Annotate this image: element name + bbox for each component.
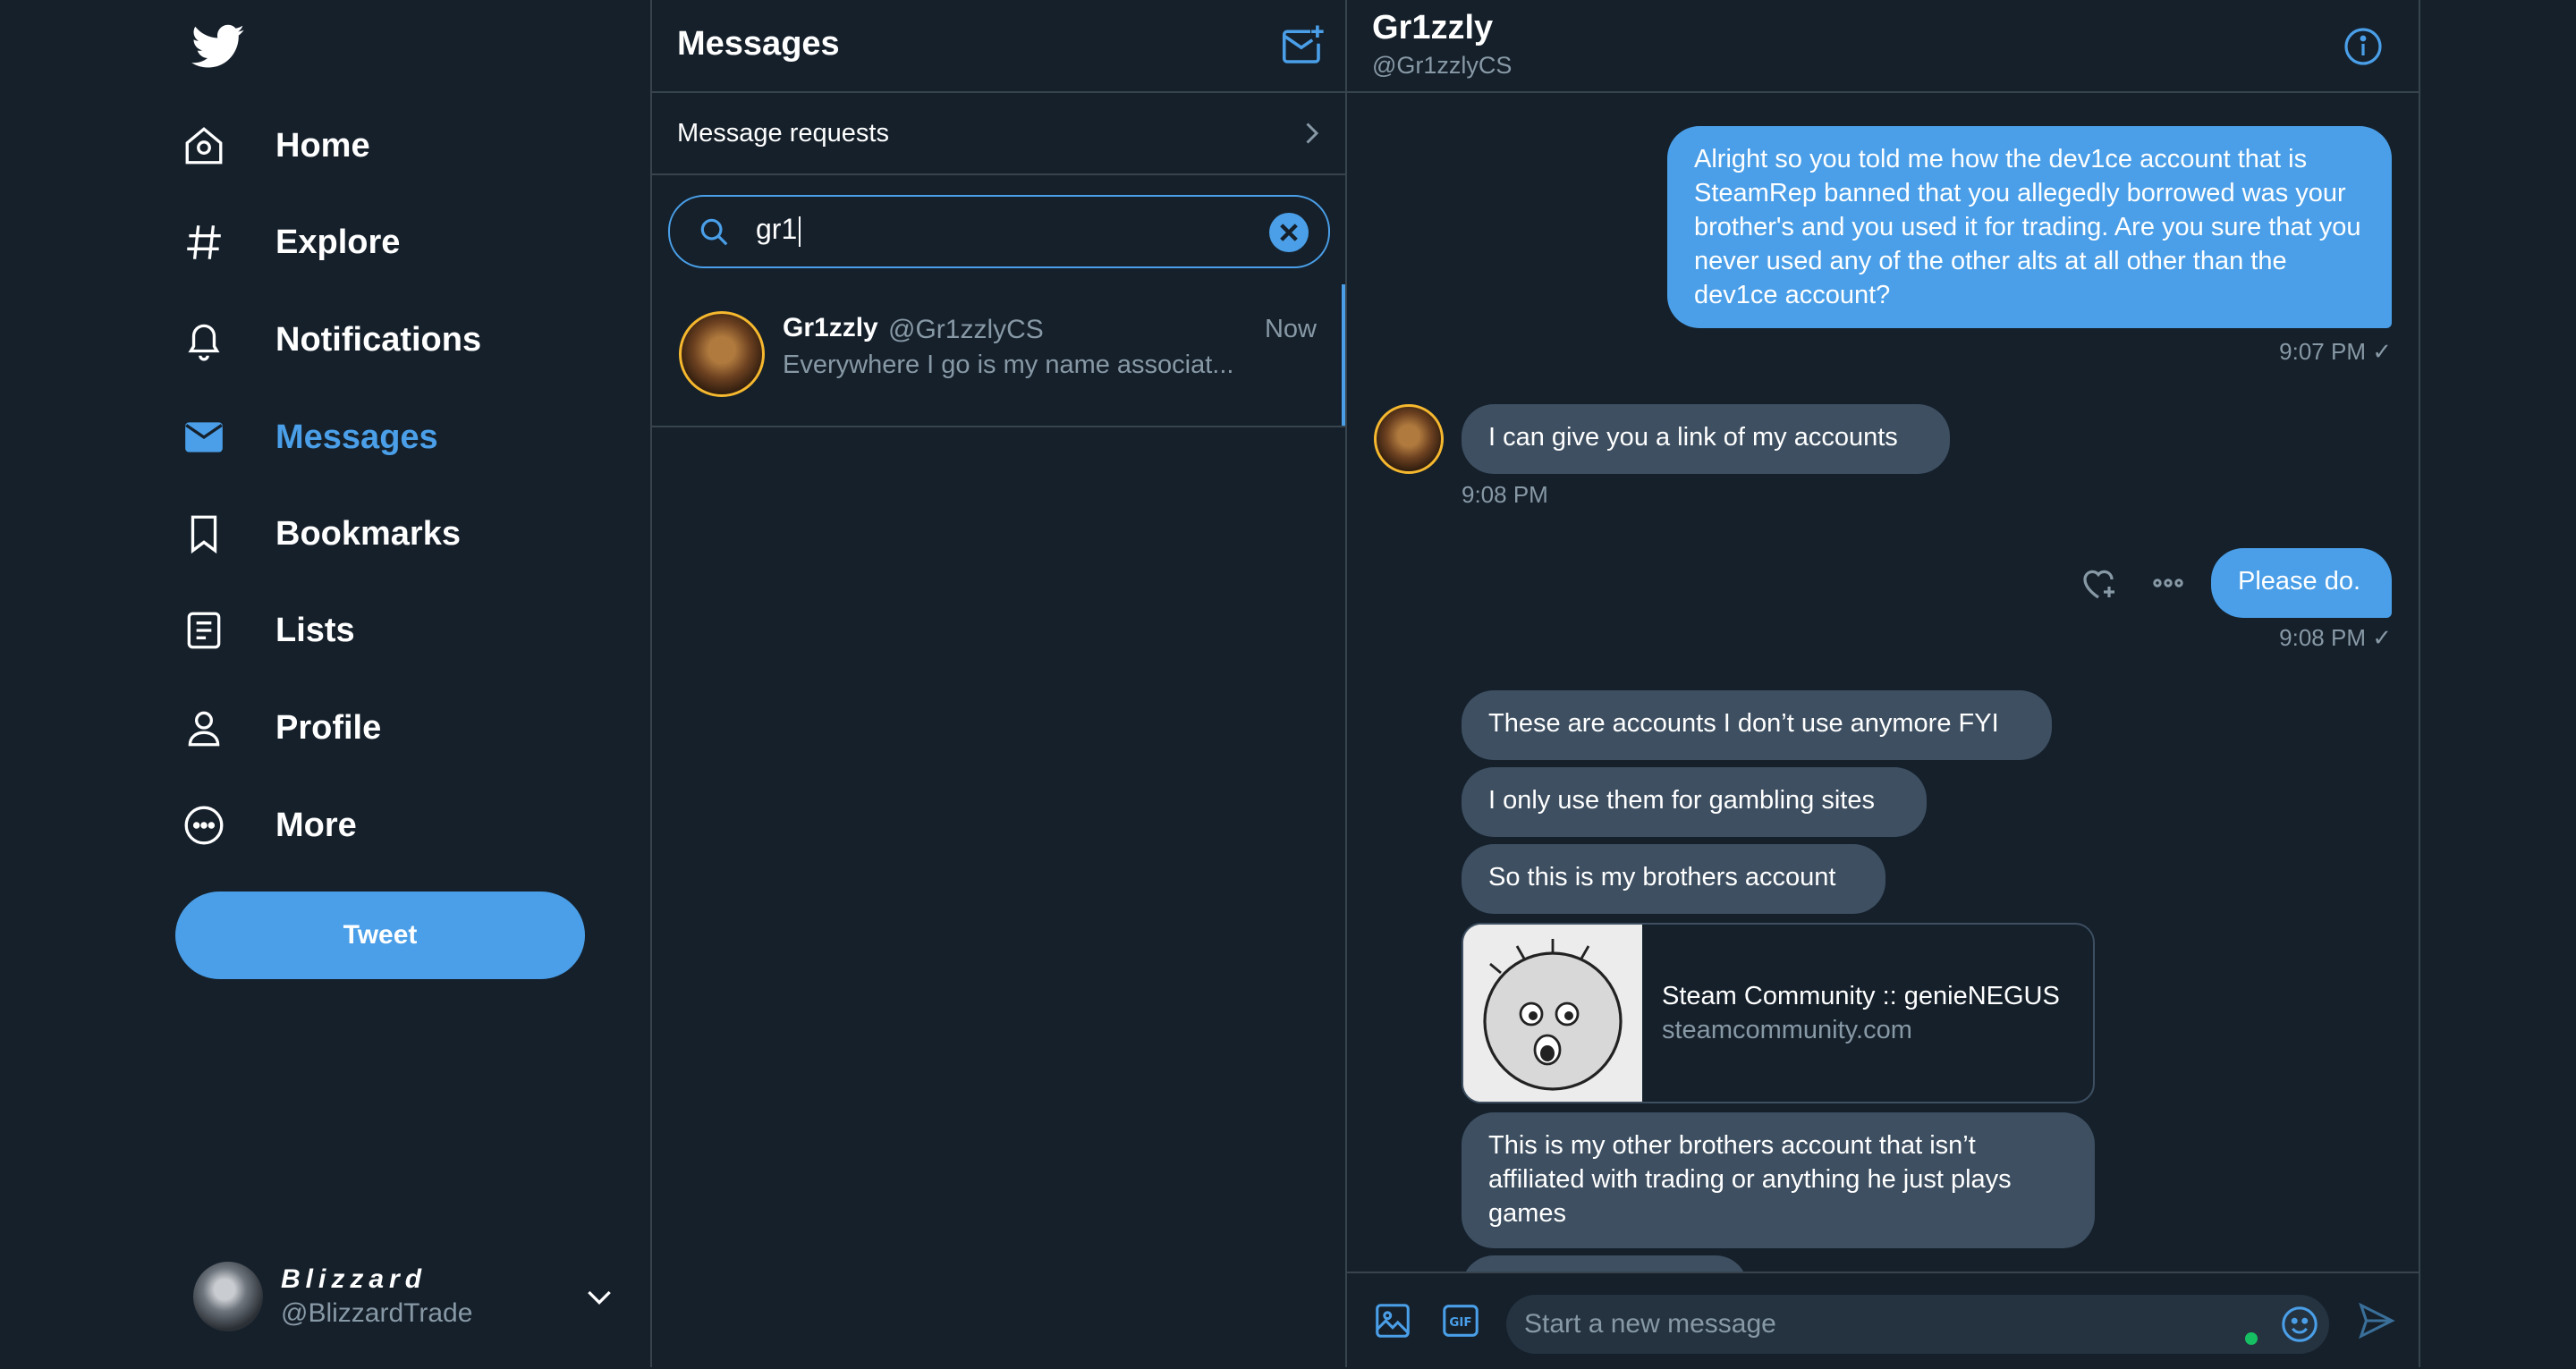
avatar [1374, 404, 1444, 474]
nav-notifications-label: Notifications [275, 320, 482, 359]
divider [652, 426, 1345, 427]
nav-bookmarks-label: Bookmarks [275, 514, 461, 553]
svg-text:GIF: GIF [1449, 1316, 1471, 1330]
message-composer: GIF Start a new message [1347, 1272, 2419, 1369]
nav-home-label: Home [275, 126, 370, 165]
message-input[interactable]: Start a new message [1506, 1295, 2329, 1354]
text-caret [799, 215, 801, 247]
chat-title: Gr1zzly [1372, 9, 1494, 46]
chat-handle: @Gr1zzlyCS [1372, 52, 1513, 79]
person-icon [179, 703, 229, 753]
bell-icon [179, 315, 229, 365]
nav-more[interactable]: More [179, 782, 357, 868]
heart-plus-icon[interactable] [2077, 562, 2120, 604]
clear-search-icon[interactable] [1269, 213, 1309, 252]
conversation-time: Now [1264, 315, 1317, 343]
gif-icon[interactable]: GIF [1440, 1300, 1481, 1341]
account-switcher[interactable]: Blizzard @BlizzardTrade [193, 1259, 623, 1334]
account-handle: @BlizzardTrade [281, 1298, 473, 1328]
nav-home[interactable]: Home [179, 103, 370, 189]
home-icon [179, 121, 229, 171]
new-message-icon[interactable] [1278, 21, 1326, 70]
message-timestamp: 9:08 PM [1462, 481, 1548, 508]
avatar [193, 1262, 263, 1331]
bookmark-icon [179, 509, 229, 559]
message-bubble-received[interactable]: This is my other brothers account that i… [1462, 1112, 2095, 1248]
nav-explore[interactable]: Explore [179, 199, 400, 285]
nav-messages-label: Messages [275, 418, 438, 456]
envelope-icon [179, 412, 229, 462]
nav-lists-label: Lists [275, 611, 355, 649]
divider [2419, 0, 2420, 1367]
conversation-handle: @Gr1zzlyCS [888, 315, 1044, 344]
link-thumbnail [1463, 925, 1642, 1102]
nav-explore-label: Explore [275, 223, 401, 261]
message-bubble-sent[interactable]: Please do. [2211, 548, 2392, 618]
nav-more-label: More [275, 806, 357, 844]
info-icon[interactable] [2342, 25, 2385, 68]
send-icon[interactable] [2356, 1300, 2397, 1341]
message-requests-label: Message requests [677, 118, 889, 148]
list-icon [179, 605, 229, 655]
conversation-item[interactable]: Gr1zzly @Gr1zzlyCS Now Everywhere I go i… [652, 284, 1345, 426]
conversation-panel: Gr1zzly @Gr1zzlyCS Alright so you told m… [1347, 0, 2419, 1369]
chevron-right-icon [1295, 117, 1327, 149]
hashtag-icon [179, 217, 229, 267]
messages-list-panel: Messages Message requests gr1 Gr1zzly @G… [652, 0, 1345, 1367]
link-domain: steamcommunity.com [1662, 1016, 1912, 1044]
page-title: Messages [677, 25, 840, 63]
nav-profile-label: Profile [275, 708, 382, 747]
nav-notifications[interactable]: Notifications [179, 297, 481, 383]
account-name: Blizzard [281, 1264, 428, 1294]
nav-profile[interactable]: Profile [179, 685, 381, 771]
emoji-icon[interactable] [2279, 1304, 2320, 1345]
message-bubble-received[interactable]: These are accounts I don’t use anymore F… [1462, 690, 2052, 760]
search-value: gr1 [756, 213, 798, 245]
tweet-button[interactable]: Tweet [175, 892, 585, 979]
message-bubble-received[interactable]: I only use them for gambling sites [1462, 767, 1927, 837]
search-input[interactable]: gr1 [668, 195, 1330, 268]
search-icon [697, 215, 731, 249]
nav-lists[interactable]: Lists [179, 587, 355, 673]
message-bubble-received[interactable]: So this is my brothers account [1462, 844, 1885, 914]
status-dot [2245, 1332, 2258, 1345]
sidebar-nav: Home Explore Notifications Messages Book… [0, 0, 650, 1367]
conversation-preview: Everywhere I go is my name associat... [783, 351, 1234, 379]
nav-bookmarks[interactable]: Bookmarks [179, 491, 461, 577]
message-bubble-sent[interactable]: Alright so you told me how the dev1ce ac… [1667, 126, 2392, 328]
message-requests-row[interactable]: Message requests [652, 93, 1345, 173]
twitter-logo-icon[interactable] [191, 20, 245, 73]
link-preview-card[interactable]: Steam Community :: genieNEGUS steamcommu… [1462, 923, 2095, 1103]
chevron-down-icon[interactable] [581, 1279, 617, 1314]
message-timestamp: 9:07 PM ✓ [2279, 338, 2392, 365]
more-options-icon[interactable] [2147, 562, 2190, 604]
image-icon[interactable] [1372, 1300, 1413, 1341]
nav-messages[interactable]: Messages [179, 394, 438, 480]
divider [1347, 91, 2419, 93]
link-title: Steam Community :: genieNEGUS [1662, 982, 2060, 1010]
divider [652, 173, 1345, 175]
avatar [679, 311, 765, 397]
message-bubble-received[interactable]: I can give you a link of my accounts [1462, 404, 1950, 474]
conversation-name: Gr1zzly [783, 313, 878, 342]
more-circle-icon [179, 800, 229, 850]
message-input-placeholder: Start a new message [1524, 1309, 1776, 1339]
message-timestamp: 9:08 PM ✓ [2279, 624, 2392, 651]
